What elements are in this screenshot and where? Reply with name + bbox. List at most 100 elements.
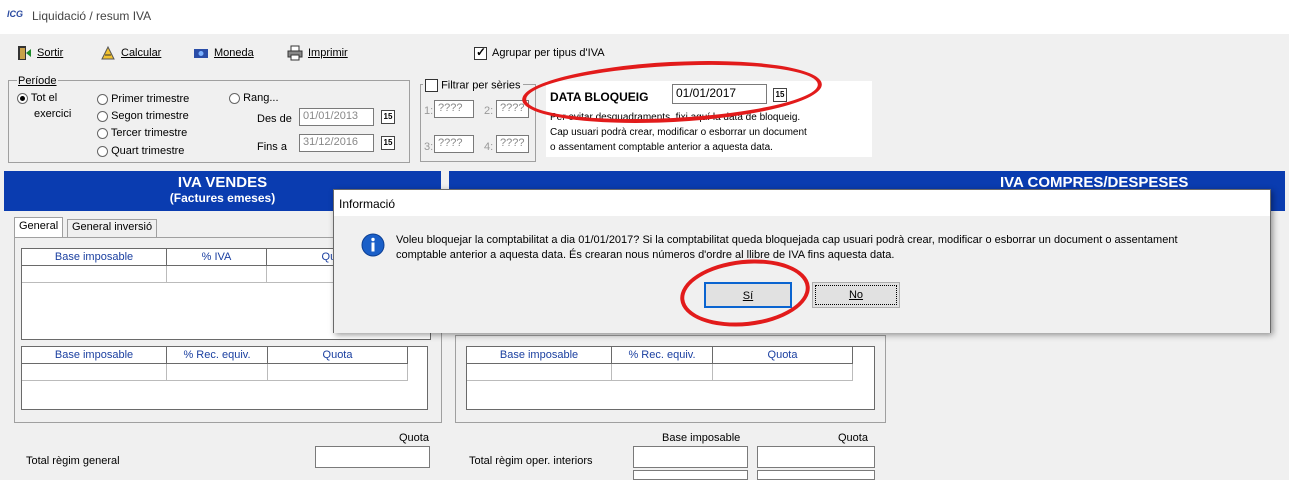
agrupar-checkbox[interactable]: Agrupar per tipus d'IVA xyxy=(474,44,605,62)
rang-label: Rang... xyxy=(243,92,279,104)
radio-dot[interactable] xyxy=(97,145,108,157)
window-titlebar: ICG Liquidació / resum IVA xyxy=(0,0,1289,34)
calculate-icon xyxy=(100,45,116,61)
moneda-label: Moneda xyxy=(214,47,254,59)
moneda-button[interactable]: Moneda xyxy=(193,44,254,62)
quart-label: Quart trimestre xyxy=(111,145,185,157)
s4-field[interactable]: ???? xyxy=(496,135,529,153)
s2-label: 2: xyxy=(484,105,494,117)
compres-quota-field[interactable] xyxy=(757,446,875,468)
compres-base-field[interactable] xyxy=(633,446,748,468)
col-quota: Quota xyxy=(268,347,408,364)
segon-label: Segon trimestre xyxy=(111,110,189,122)
table-cell[interactable] xyxy=(467,364,612,381)
calcular-button[interactable]: Calcular xyxy=(100,44,161,62)
info-icon xyxy=(361,233,385,260)
compres-total-label: Total règim oper. interiors xyxy=(469,455,593,467)
sortir-button[interactable]: Sortir xyxy=(16,44,63,62)
s4-label: 4: xyxy=(484,141,494,153)
radio-rang[interactable]: Rang... xyxy=(229,92,279,104)
table-cell[interactable] xyxy=(22,266,167,283)
table-cell[interactable] xyxy=(612,364,713,381)
s3-label: 3: xyxy=(424,141,434,153)
des-de-field[interactable]: 01/01/2013 xyxy=(299,108,374,126)
exercici-label: exercici xyxy=(34,108,72,120)
compres-base-label: Base imposable xyxy=(662,432,741,444)
table-cell[interactable] xyxy=(167,266,267,283)
compres-base-field-2[interactable] xyxy=(633,470,748,480)
col-rec-equiv: % Rec. equiv. xyxy=(167,347,268,364)
radio-dot[interactable] xyxy=(97,93,108,105)
table-cell[interactable] xyxy=(713,364,853,381)
no-label: No xyxy=(848,289,864,301)
series-label: Filtrar per sèries xyxy=(441,79,521,92)
calendar-icon[interactable]: 15 xyxy=(381,110,395,124)
tab-general-inversio[interactable]: General inversió xyxy=(67,219,158,237)
compres-quota-label: Quota xyxy=(838,432,868,444)
dialog-message-line-1: Voleu bloquejar la comptabilitat a dia 0… xyxy=(396,234,1178,246)
tab-general-label: General xyxy=(19,220,59,232)
radio-dot[interactable] xyxy=(97,127,108,139)
radio-tercer[interactable]: Tercer trimestre xyxy=(97,127,187,139)
table-cell[interactable] xyxy=(167,364,268,381)
table-cell[interactable] xyxy=(268,364,408,381)
col-rec-equiv: % Rec. equiv. xyxy=(612,347,713,364)
fins-a-label: Fins a xyxy=(257,141,287,153)
calendar-icon[interactable]: 15 xyxy=(773,88,787,102)
vendes-total-label: Total règim general xyxy=(26,455,120,467)
bloqueig-label: DATA BLOQUEIG xyxy=(550,90,649,104)
dialog-title: Informació xyxy=(334,190,1270,216)
radio-quart[interactable]: Quart trimestre xyxy=(97,145,184,157)
sortir-label: Sortir xyxy=(37,47,64,59)
periode-label: Període xyxy=(17,75,58,87)
radio-dot[interactable] xyxy=(229,92,240,104)
bloqueig-desc-2: Cap usuari podrà crear, modificar o esbo… xyxy=(550,127,807,138)
window-title: Liquidació / resum IVA xyxy=(32,9,152,23)
s3-field[interactable]: ???? xyxy=(434,135,474,153)
s1-label: 1: xyxy=(424,105,434,117)
no-button[interactable]: No xyxy=(812,282,900,308)
info-dialog: Informació Voleu bloquejar la comptabili… xyxy=(333,189,1271,333)
compres-rec-table[interactable]: Base imposable % Rec. equiv. Quota xyxy=(466,346,875,410)
yes-label: Sí xyxy=(742,290,754,302)
radio-segon[interactable]: Segon trimestre xyxy=(97,110,189,122)
exit-door-icon xyxy=(16,45,32,61)
tot-el-label: Tot el xyxy=(30,92,58,104)
imprimir-label: Imprimir xyxy=(308,47,348,59)
s2-field[interactable]: ???? xyxy=(496,100,529,118)
app-logo: ICG xyxy=(7,9,24,19)
radio-primer[interactable]: Primer trimestre xyxy=(97,93,189,105)
yes-button[interactable]: Sí xyxy=(704,282,792,308)
primer-label: Primer trimestre xyxy=(111,93,190,105)
radio-dot[interactable] xyxy=(17,92,28,104)
col-base-imposable: Base imposable xyxy=(467,347,612,364)
bloqueig-desc-1: Per evitar desquadraments, fixi aquí la … xyxy=(550,112,801,123)
radio-tot-el[interactable]: Tot el xyxy=(17,92,57,104)
radio-dot[interactable] xyxy=(97,110,108,122)
series-check-icon[interactable] xyxy=(425,79,438,92)
table-cell[interactable] xyxy=(22,364,167,381)
series-checkbox[interactable]: Filtrar per sèries xyxy=(423,79,523,92)
tab-general[interactable]: General xyxy=(14,217,64,237)
s1-field[interactable]: ???? xyxy=(434,100,474,118)
dialog-message-line-2: comptable anterior a aquesta data. És cr… xyxy=(396,249,895,261)
fins-a-field[interactable]: 31/12/2016 xyxy=(299,134,374,152)
vendes-rec-table[interactable]: Base imposable % Rec. equiv. Quota xyxy=(21,346,428,410)
bloqueig-date-field[interactable]: 01/01/2017 xyxy=(672,84,767,104)
col-pct-iva: % IVA xyxy=(167,249,267,266)
agrupar-check-icon[interactable] xyxy=(474,45,487,60)
des-de-label: Des de xyxy=(257,113,292,125)
printer-icon xyxy=(287,45,303,61)
calendar-icon[interactable]: 15 xyxy=(381,136,395,150)
bloqueig-desc-3: o assentament comptable anterior a aques… xyxy=(550,142,773,153)
money-icon xyxy=(193,45,209,61)
calcular-label: Calcular xyxy=(121,47,162,59)
imprimir-button[interactable]: Imprimir xyxy=(287,44,348,62)
vendes-quota-label: Quota xyxy=(399,432,429,444)
compres-quota-field-2[interactable] xyxy=(757,470,875,480)
col-base-imposable: Base imposable xyxy=(22,249,167,266)
vendes-total-field[interactable] xyxy=(315,446,430,468)
tab-inversio-label: General inversió xyxy=(72,221,153,233)
col-quota: Quota xyxy=(713,347,853,364)
tercer-label: Tercer trimestre xyxy=(110,127,188,139)
